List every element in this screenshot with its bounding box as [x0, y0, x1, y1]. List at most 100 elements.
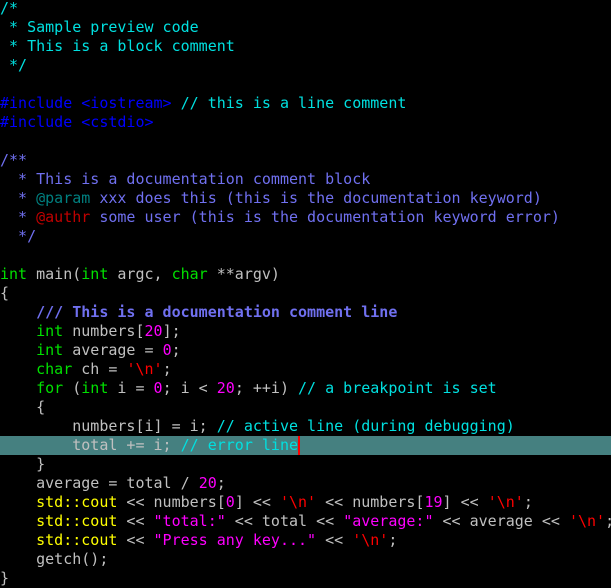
code-text: numbers[: [63, 322, 145, 340]
doc-comment-token: some user (this is the documentation key…: [90, 208, 560, 226]
keyword-token: int: [36, 341, 64, 359]
active-line[interactable]: numbers[i] = i; // active line (during d…: [0, 417, 611, 436]
code-line[interactable]: char ch = '\n';: [0, 360, 611, 379]
code-line[interactable]: /// This is a documentation comment line: [0, 303, 611, 322]
number-token: 19: [424, 493, 443, 511]
doc-keyword-token: @param: [36, 189, 91, 207]
code-text: ;: [605, 512, 611, 530]
code-text: << average <<: [433, 512, 569, 530]
code-line[interactable]: #include <iostream> // this is a line co…: [0, 94, 611, 113]
error-line[interactable]: total += i; // error line: [0, 436, 611, 455]
code-text: << numbers[: [316, 493, 425, 511]
code-line[interactable]: int average = 0;: [0, 341, 611, 360]
library-token: std::cout: [36, 512, 118, 530]
library-token: std::cout: [36, 531, 118, 549]
code-text: {: [0, 284, 10, 302]
char-literal-token: '\n': [126, 360, 163, 378]
char-literal-token: '\n': [352, 531, 389, 549]
comment-token: // a breakpoint is set: [298, 379, 497, 397]
code-text: ;: [171, 341, 181, 359]
code-line[interactable]: {: [0, 284, 611, 303]
code-text: << total <<: [225, 512, 344, 530]
code-text: ;: [523, 493, 533, 511]
code-line[interactable]: [0, 246, 611, 265]
code-line[interactable]: std::cout << "Press any key..." << '\n';: [0, 531, 611, 550]
code-text: average = total /: [0, 474, 199, 492]
code-text: numbers[i] = i;: [0, 417, 217, 435]
code-text: ;: [388, 531, 398, 549]
code-text: <<: [117, 512, 154, 530]
code-line[interactable]: * @authr some user (this is the document…: [0, 208, 611, 227]
number-token: 0: [162, 341, 172, 359]
code-line[interactable]: * @param xxx does this (this is the docu…: [0, 189, 611, 208]
keyword-token: int: [81, 379, 109, 397]
code-line[interactable]: }: [0, 569, 611, 588]
keyword-token: int: [0, 265, 28, 283]
code-text: ;: [162, 360, 172, 378]
code-text: total += i;: [0, 436, 181, 454]
code-line[interactable]: {: [0, 398, 611, 417]
code-line[interactable]: * This is a documentation comment block: [0, 170, 611, 189]
code-line[interactable]: */: [0, 56, 611, 75]
code-editor[interactable]: /* * Sample preview code * This is a blo…: [0, 0, 611, 588]
number-token: 20: [216, 379, 235, 397]
code-line[interactable]: }: [0, 455, 611, 474]
doc-comment-token: *: [0, 189, 37, 207]
keyword-token: char: [36, 360, 73, 378]
breakpoint-line[interactable]: for (int i = 0; i < 20; ++i) // a breakp…: [0, 379, 611, 398]
doc-comment-line-token: /// This is a documentation comment line: [36, 303, 398, 321]
code-line[interactable]: int numbers[20];: [0, 322, 611, 341]
code-text: }: [0, 455, 46, 473]
keyword-token: int: [81, 265, 109, 283]
code-line[interactable]: /*: [0, 0, 611, 18]
code-text: average =: [63, 341, 163, 359]
comment-token: // active line (during debugging): [216, 417, 515, 435]
comment-token: * Sample preview code: [0, 18, 199, 36]
code-line[interactable]: getch();: [0, 550, 611, 569]
doc-keyword-error-token: @authr: [36, 208, 91, 226]
code-line[interactable]: /**: [0, 151, 611, 170]
code-line[interactable]: [0, 75, 611, 94]
doc-comment-token: * This is a documentation comment block: [0, 170, 371, 188]
text-caret: [298, 436, 301, 455]
code-line[interactable]: */: [0, 227, 611, 246]
code-text: ] <<: [234, 493, 280, 511]
comment-token: // this is a line comment: [180, 94, 407, 112]
code-text: ch =: [72, 360, 127, 378]
keyword-token: char: [171, 265, 208, 283]
string-token: "average:": [343, 512, 434, 530]
doc-comment-token: /**: [0, 151, 28, 169]
doc-comment-token: xxx does this (this is the documentation…: [90, 189, 542, 207]
code-text: ] <<: [442, 493, 488, 511]
code-text: i =: [108, 379, 154, 397]
comment-token: */: [0, 56, 28, 74]
code-text: ; i <: [162, 379, 217, 397]
number-token: 0: [225, 493, 235, 511]
code-line[interactable]: average = total / 20;: [0, 474, 611, 493]
code-text: ];: [162, 322, 181, 340]
code-line[interactable]: std::cout << "total:" << total << "avera…: [0, 512, 611, 531]
char-literal-token: '\n': [487, 493, 524, 511]
code-text: <<: [316, 531, 353, 549]
comment-token: // error line: [180, 436, 299, 454]
preprocessor-token: #include <iostream>: [0, 94, 172, 112]
code-line[interactable]: #include <cstdio>: [0, 113, 611, 132]
code-line[interactable]: [0, 132, 611, 151]
code-line[interactable]: int main(int argc, char **argv): [0, 265, 611, 284]
code-line[interactable]: std::cout << numbers[0] << '\n' << numbe…: [0, 493, 611, 512]
code-line[interactable]: * This is a block comment: [0, 37, 611, 56]
keyword-token: for: [36, 379, 64, 397]
code-text: argc,: [108, 265, 172, 283]
code-text: << numbers[: [117, 493, 226, 511]
code-line[interactable]: * Sample preview code: [0, 18, 611, 37]
keyword-token: int: [36, 322, 64, 340]
